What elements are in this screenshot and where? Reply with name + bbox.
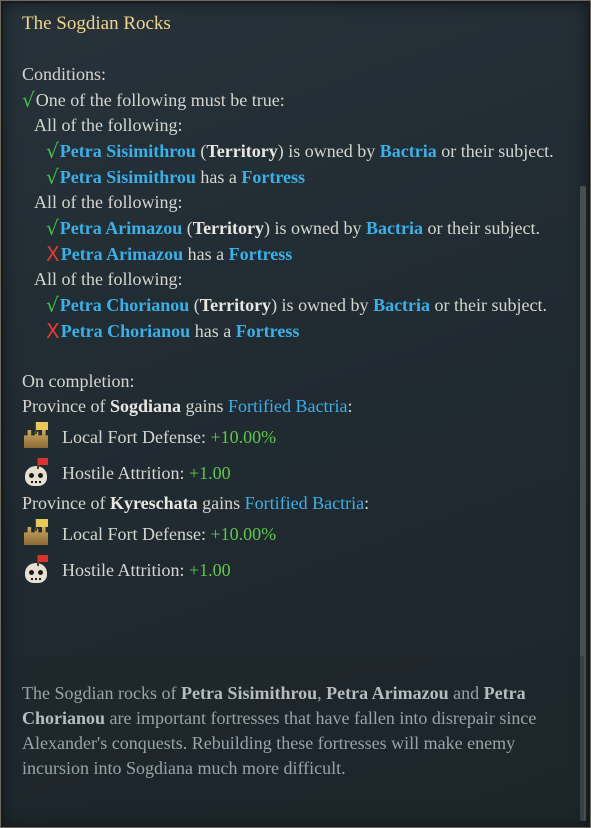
effect-row: Hostile Attrition: +1.00 — [22, 455, 567, 491]
condition-owned: √Petra Chorianou (Territory) is owned by… — [46, 293, 548, 317]
country-link[interactable]: Bactria — [366, 218, 423, 238]
cross-icon: X — [46, 319, 60, 343]
fort-icon — [22, 422, 52, 452]
condition-owned: √Petra Sisimithrou (Territory) is owned … — [46, 139, 554, 163]
skull-icon — [22, 555, 52, 585]
condition-group-label: All of the following: — [34, 192, 183, 212]
tooltip-title: The Sogdian Rocks — [22, 13, 171, 34]
check-icon: √ — [22, 88, 35, 112]
condition-has: XPetra Arimazou has a Fortress — [46, 242, 293, 266]
condition-owned: √Petra Arimazou (Territory) is owned by … — [46, 216, 540, 240]
effect-row: Hostile Attrition: +1.00 — [22, 552, 567, 588]
building-link[interactable]: Fortress — [241, 167, 305, 187]
territory-link[interactable]: Petra Chorianou — [61, 321, 191, 341]
completion-header: On completion: — [22, 371, 135, 391]
cross-icon: X — [46, 242, 60, 266]
province-effect: Province of Sogdiana gains Fortified Bac… — [22, 396, 353, 416]
mission-description: The Sogdian rocks of Petra Sisimithrou, … — [22, 683, 537, 778]
check-icon: √ — [46, 293, 59, 317]
country-link[interactable]: Bactria — [380, 141, 437, 161]
province-name: Sogdiana — [109, 396, 182, 416]
condition-has: √Petra Sisimithrou has a Fortress — [46, 165, 306, 189]
territory-link[interactable]: Petra Sisimithrou — [60, 167, 196, 187]
territory-link[interactable]: Petra Sisimithrou — [60, 141, 196, 161]
country-link[interactable]: Bactria — [373, 295, 430, 315]
modifier-link[interactable]: Fortified Bactria — [228, 396, 347, 416]
territory-link[interactable]: Petra Arimazou — [61, 244, 183, 264]
effect-row: Local Fort Defense: +10.00% — [22, 516, 567, 552]
conditions-header: Conditions: — [22, 64, 107, 84]
tooltip-body: Conditions: √One of the following must b… — [22, 62, 567, 588]
territory-link[interactable]: Petra Arimazou — [60, 218, 182, 238]
condition-root: √One of the following must be true: — [22, 88, 285, 112]
effect-row: Local Fort Defense: +10.00% — [22, 419, 567, 455]
condition-group-label: All of the following: — [34, 269, 183, 289]
province-name: Kyreschata — [109, 493, 198, 513]
building-link[interactable]: Fortress — [236, 321, 300, 341]
skull-icon — [22, 458, 52, 488]
condition-group-label: All of the following: — [34, 115, 183, 135]
condition-has: XPetra Chorianou has a Fortress — [46, 319, 300, 343]
building-link[interactable]: Fortress — [229, 244, 293, 264]
modifier-link[interactable]: Fortified Bactria — [245, 493, 364, 513]
territory-link[interactable]: Petra Chorianou — [60, 295, 190, 315]
fort-icon — [22, 519, 52, 549]
check-icon: √ — [46, 165, 59, 189]
check-icon: √ — [46, 216, 59, 240]
province-effect: Province of Kyreschata gains Fortified B… — [22, 493, 370, 513]
check-icon: √ — [46, 139, 59, 163]
mission-tooltip: The Sogdian Rocks Conditions: √One of th… — [0, 0, 591, 828]
